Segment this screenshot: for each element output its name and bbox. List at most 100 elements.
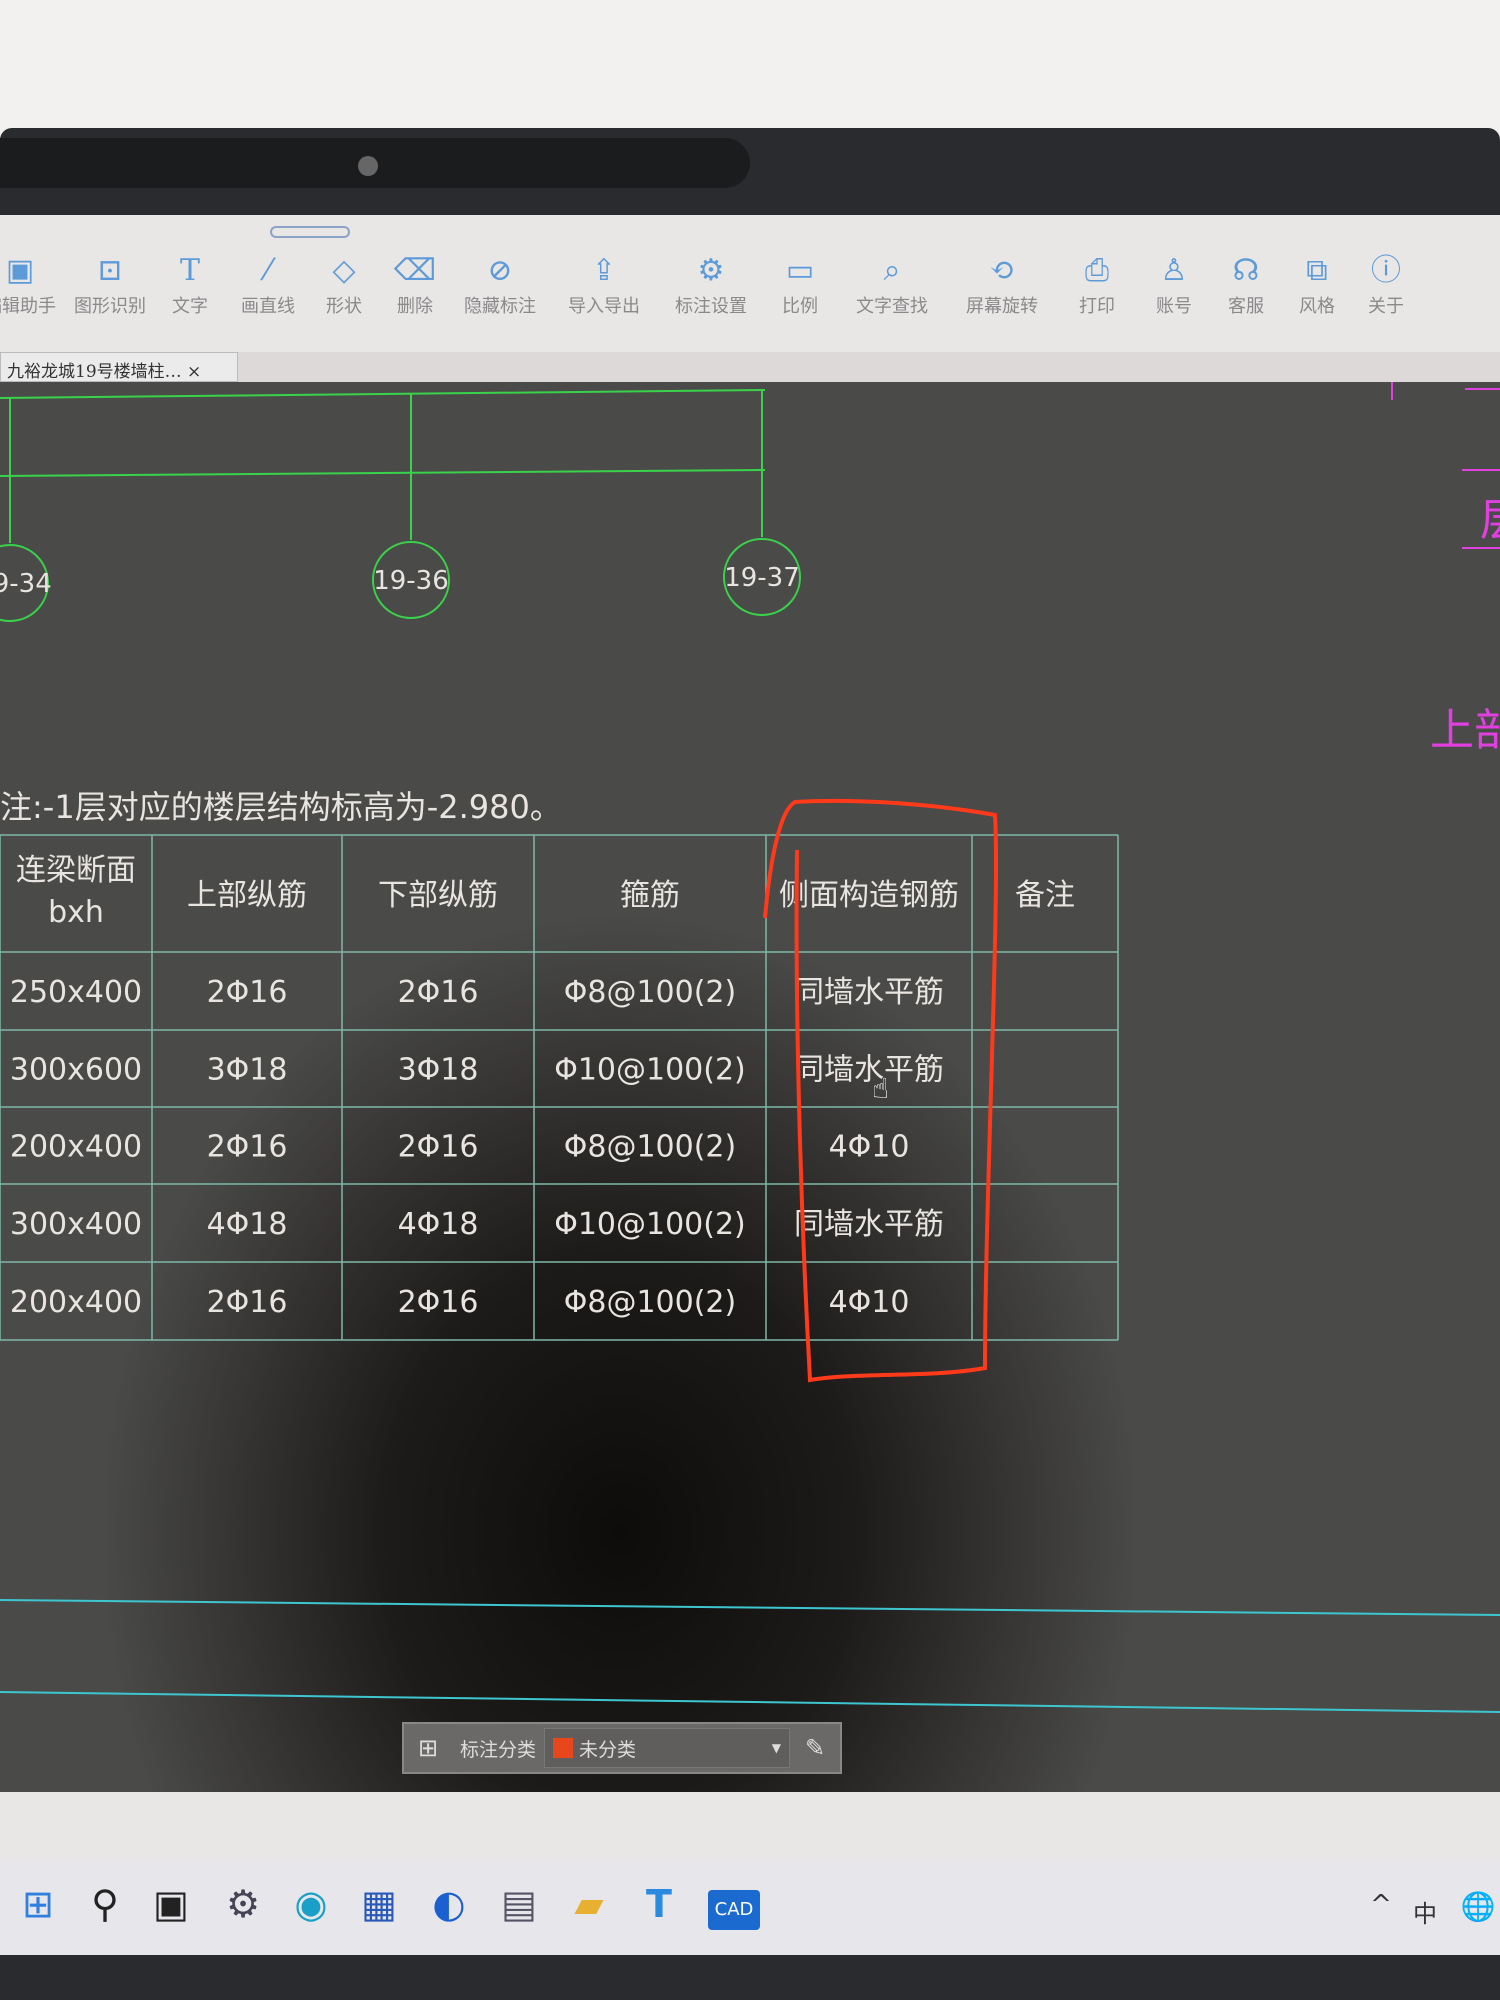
grid-icon[interactable]: ⊞	[404, 1734, 452, 1762]
headset-icon: ☊	[1232, 253, 1260, 288]
cad-viewer-icon[interactable]: CAD	[708, 1890, 760, 1930]
toolbar-button-rotate-screen[interactable]: ⟲ 屏幕旋转	[948, 250, 1056, 318]
hide-eye-icon: ⊘	[487, 253, 513, 288]
toolbar-button-info[interactable]: ⓘ 关于	[1352, 250, 1420, 318]
toolbar-button-line[interactable]: ⁄ 画直线	[228, 250, 308, 318]
table-header: 上部纵筋	[187, 878, 307, 913]
table-header: bxh	[48, 895, 104, 930]
toolbar-button-edit-assistant[interactable]: ▣ 编辑助手	[0, 250, 68, 318]
toolbar-button-account[interactable]: ♙ 账号	[1138, 250, 1210, 318]
toolbar-button-shape[interactable]: ◇ 形状	[308, 250, 380, 318]
table-cell: 4Φ18	[207, 1207, 288, 1242]
toolbar-button-text-search[interactable]: ⌕ 文字查找	[836, 250, 948, 318]
table-cell: Φ10@100(2)	[554, 1207, 746, 1242]
table-cell: 3Φ18	[207, 1053, 288, 1088]
table-cell: 同墙水平筋	[794, 1207, 944, 1242]
table-cell: 2Φ16	[207, 1130, 288, 1165]
toolbar-label: 导入导出	[568, 296, 640, 317]
toolbar-button-hide-eye[interactable]: ⊘ 隐藏标注	[450, 250, 550, 318]
toolbar-button-eraser[interactable]: ⌫ 删除	[380, 250, 450, 318]
chevron-up-icon[interactable]: ^	[1358, 1890, 1404, 1920]
chevron-down-icon: ▼	[771, 1741, 781, 1755]
category-value: 未分类	[579, 1738, 637, 1761]
toolbar-label: 图形识别	[74, 296, 146, 317]
info-icon: ⓘ	[1371, 253, 1401, 288]
table-cell: 同墙水平筋	[794, 1053, 944, 1088]
shape-icon: ◇	[332, 253, 356, 288]
text-app-icon[interactable]: T	[636, 1882, 682, 1926]
shape-recognition-icon: ⊡	[97, 253, 123, 288]
ime-indicator[interactable]: 中	[1402, 1894, 1448, 1929]
table-cell: 2Φ16	[398, 975, 479, 1010]
globe-icon[interactable]: 🌐	[1455, 1890, 1500, 1923]
annotation-settings-icon: ⚙	[697, 253, 725, 288]
axis-label: 19-37	[724, 563, 800, 593]
table-cell: 200x400	[10, 1285, 142, 1320]
category-label: 标注分类	[460, 1738, 537, 1761]
calculator-icon[interactable]: ▤	[496, 1882, 542, 1926]
toolbar-button-annotation-settings[interactable]: ⚙ 标注设置	[658, 250, 764, 318]
side-label: 层	[1480, 495, 1500, 546]
tab-close-icon[interactable]: ×	[187, 362, 201, 382]
text-icon: T	[179, 253, 200, 288]
text-search-icon: ⌕	[883, 253, 901, 288]
toolbar-label: 账号	[1156, 296, 1192, 317]
toolbar-button-text[interactable]: T 文字	[152, 250, 228, 318]
toolbar-label: 隐藏标注	[464, 296, 536, 317]
table-cell: Φ10@100(2)	[554, 1053, 746, 1088]
laptop-bottom-bezel	[0, 1955, 1500, 2000]
axis-label: 19-36	[373, 566, 449, 596]
app-l-icon[interactable]: ◐	[426, 1882, 472, 1926]
scale-ruler-icon: ▭	[785, 253, 815, 288]
toolbar-label: 风格	[1299, 296, 1335, 317]
toolbar-label: 删除	[397, 296, 433, 317]
tab-title: 九裕龙城19号楼墙柱…	[7, 362, 182, 382]
axis-line	[0, 469, 766, 477]
window-drag-handle[interactable]	[270, 226, 350, 238]
windows-start-icon[interactable]: ⊞	[15, 1882, 61, 1926]
structure-note: 注:-1层对应的楼层结构标高为-2.980。	[0, 788, 562, 826]
toolbar-button-shape-recognition[interactable]: ⊡ 图形识别	[68, 250, 152, 318]
webcam	[358, 156, 378, 176]
table-cell: 300x400	[10, 1207, 142, 1242]
hand-cursor-icon: ☝	[872, 1072, 889, 1105]
toolbar-label: 标注设置	[675, 296, 747, 317]
task-view-icon[interactable]: ▣	[148, 1882, 194, 1926]
axis-line	[0, 389, 766, 399]
edit-assistant-icon: ▣	[5, 253, 35, 288]
toolbar-button-import-export[interactable]: ⇪ 导入导出	[550, 250, 658, 318]
side-label: 上部纵	[1430, 705, 1500, 756]
table-cell: 同墙水平筋	[794, 975, 944, 1010]
cyan-line	[0, 1599, 1500, 1616]
cad-canvas[interactable]: 19-34 19-36 19-37 层 上部纵 注:-1层对应的楼层结构标高为-…	[0, 382, 1500, 1792]
table-header: 连梁断面	[16, 853, 136, 888]
toolbar-button-style[interactable]: ⧉ 风格	[1282, 250, 1352, 318]
settings-gear-icon[interactable]: ⚙	[220, 1882, 266, 1926]
edit-icon[interactable]: ✎	[790, 1734, 840, 1762]
search-icon[interactable]: ⚲	[82, 1882, 128, 1926]
table-cell: 4Φ10	[829, 1130, 910, 1165]
toolbar-button-printer[interactable]: ⎙ 打印	[1056, 250, 1138, 318]
style-icon: ⧉	[1306, 253, 1328, 288]
table-cell: 200x400	[10, 1130, 142, 1165]
import-export-icon: ⇪	[591, 253, 617, 288]
rotate-screen-icon: ⟲	[989, 253, 1015, 288]
edge-browser-icon[interactable]: ◉	[288, 1882, 334, 1926]
toolbar-button-headset[interactable]: ☊ 客服	[1210, 250, 1282, 318]
beam-table-text: 连梁断面 bxh 上部纵筋 下部纵筋 箍筋 侧面构造钢筋 备注 250x400 2Φ16 2Φ16…	[10, 853, 1075, 1320]
document-tab[interactable]: 九裕龙城19号楼墙柱… ×	[0, 352, 238, 382]
table-cell: 2Φ16	[207, 975, 288, 1010]
toolbar-label: 比例	[782, 296, 818, 317]
cyan-line	[0, 1691, 1500, 1713]
store-icon[interactable]: ▦	[356, 1882, 402, 1926]
toolbar-label: 关于	[1368, 296, 1404, 317]
drawing-svg: 19-34 19-36 19-37 层 上部纵 注:-1层对应的楼层结构标高为-…	[0, 382, 1500, 1713]
table-cell: Φ8@100(2)	[564, 1285, 736, 1320]
category-select[interactable]: 未分类 ▼	[544, 1728, 790, 1768]
table-cell: Φ8@100(2)	[564, 1130, 736, 1165]
file-explorer-icon[interactable]: ▰	[566, 1882, 612, 1926]
toolbar-button-scale-ruler[interactable]: ▭ 比例	[764, 250, 836, 318]
toolbar-label: 文字查找	[856, 296, 928, 317]
table-header: 侧面构造钢筋	[779, 878, 959, 913]
toolbar-label: 文字	[172, 296, 208, 317]
